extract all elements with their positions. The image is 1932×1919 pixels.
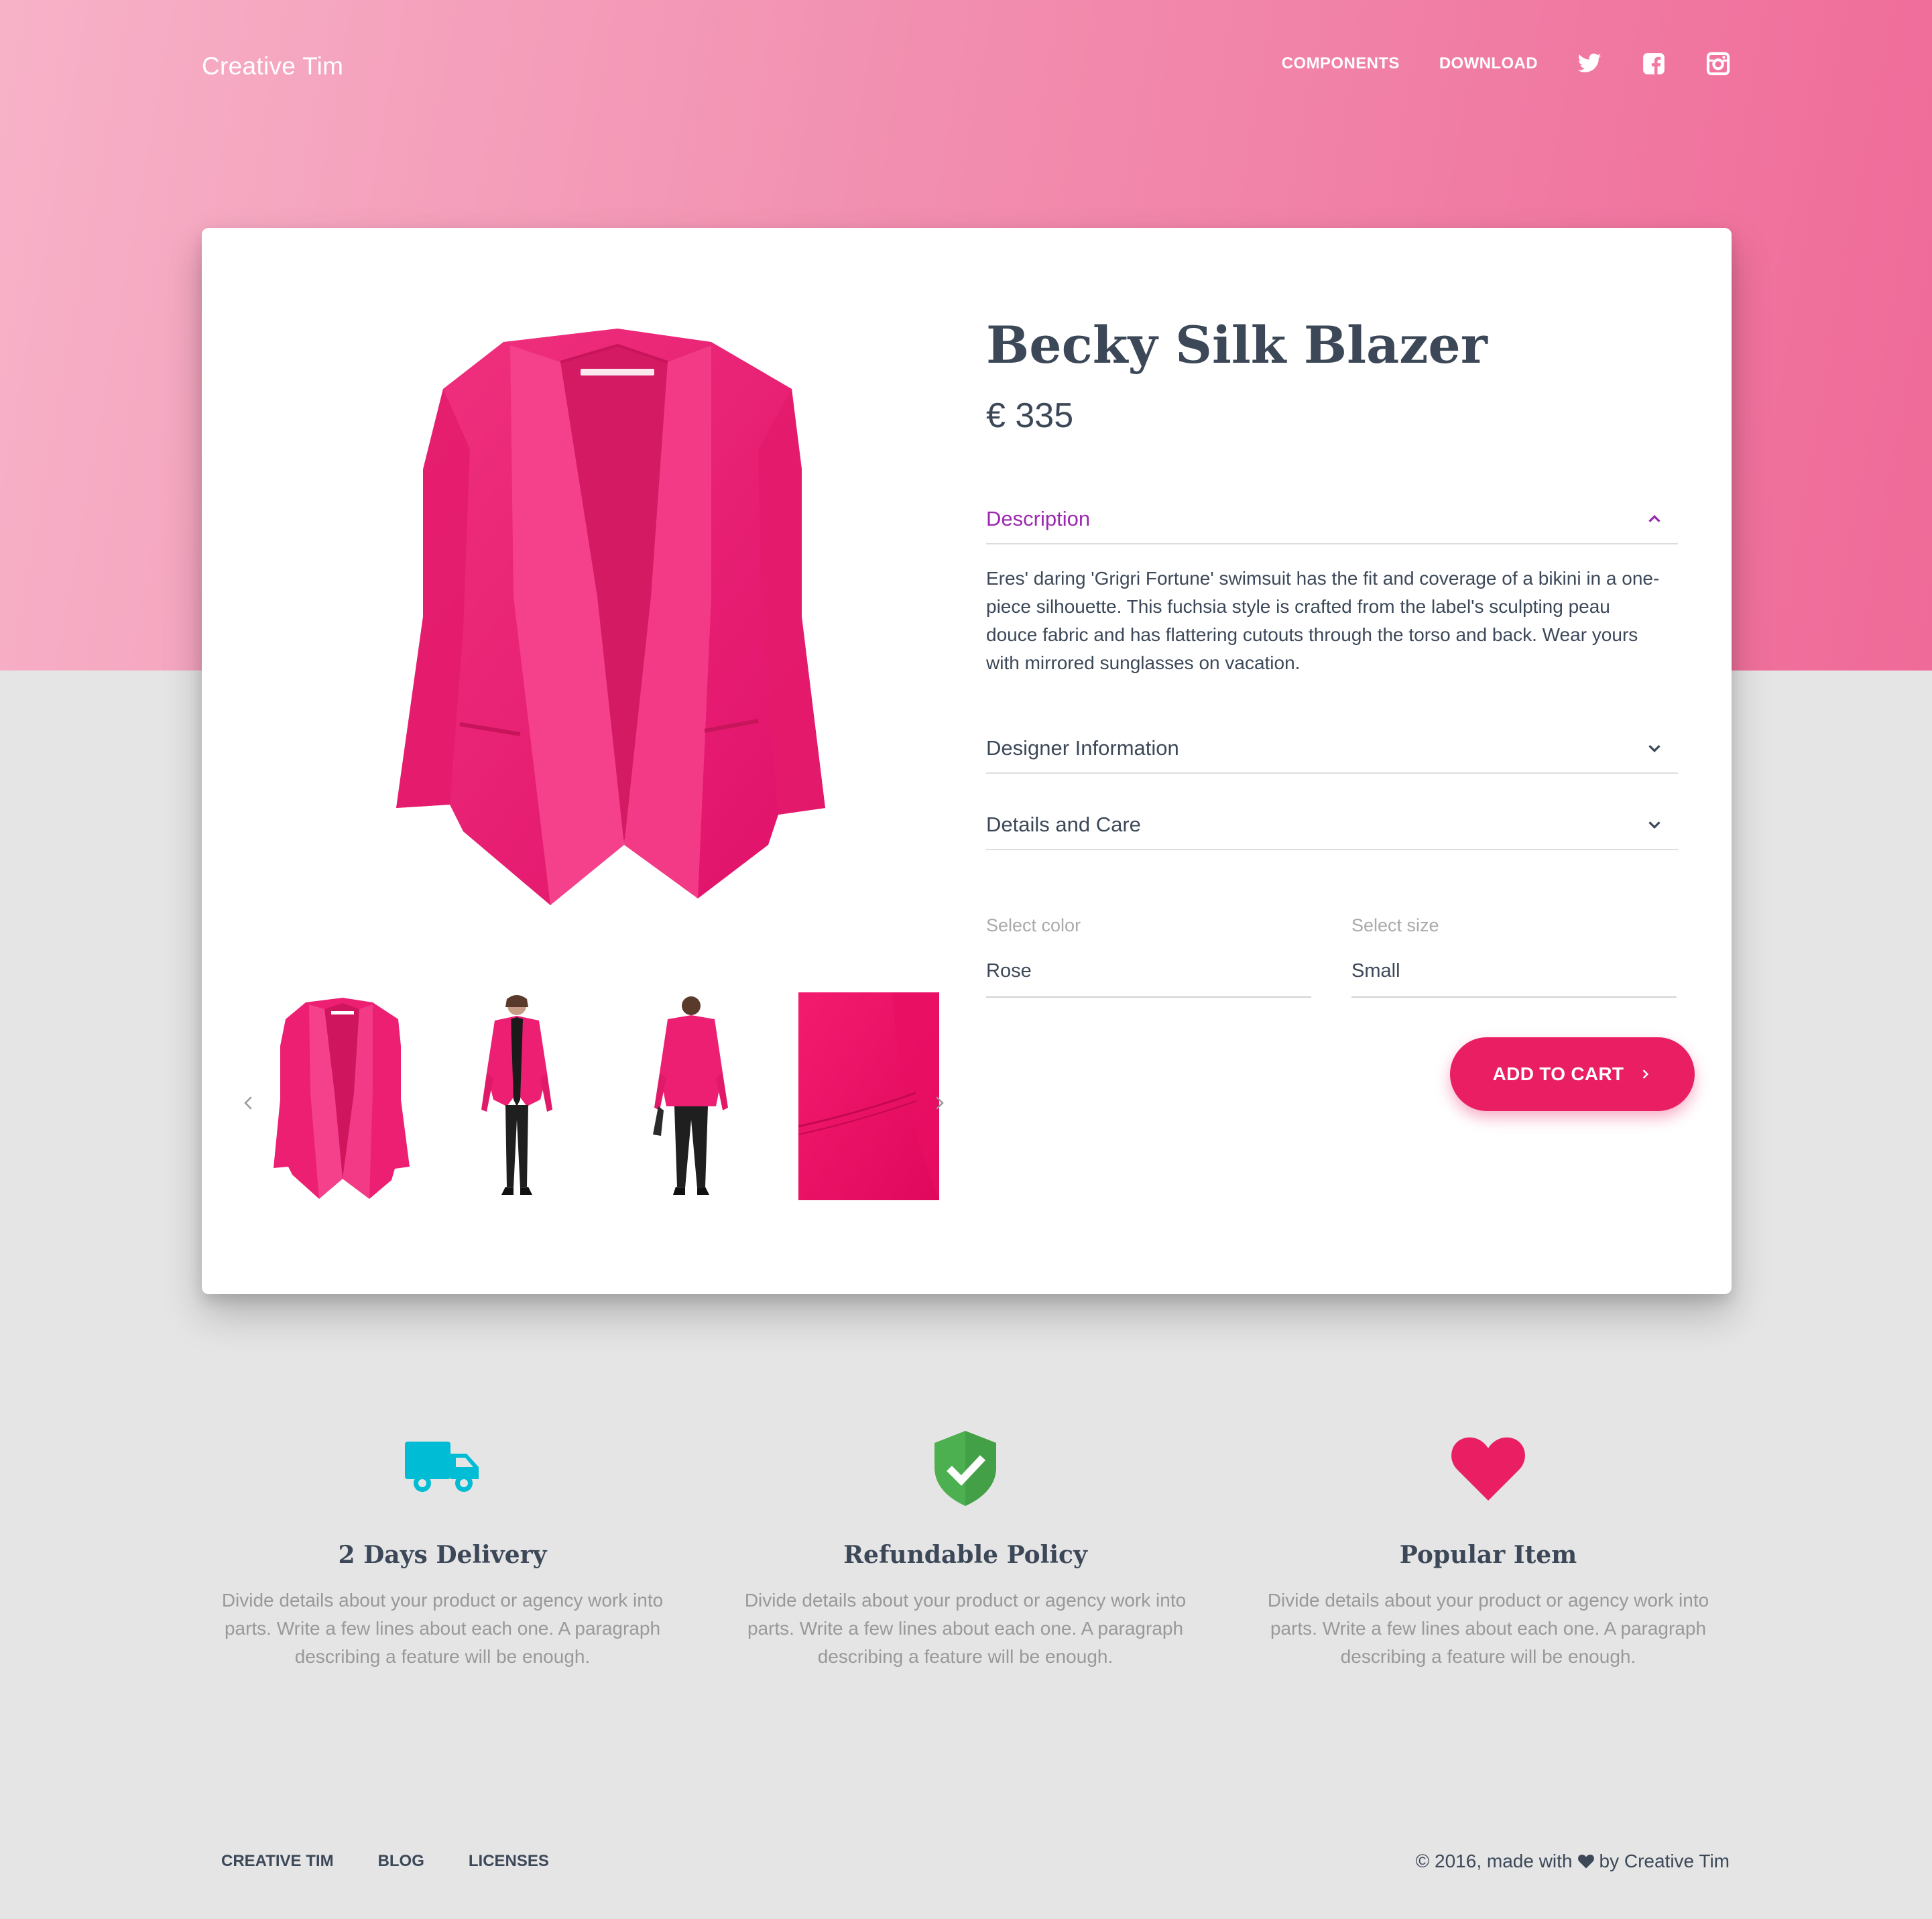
select-color-label: Select color [986, 915, 1081, 935]
thumbnail-fabric-closeup[interactable] [798, 992, 939, 1200]
footer-link-licenses[interactable]: Licenses [469, 1852, 549, 1871]
shield-check-icon [934, 1431, 996, 1506]
footer-link-blog[interactable]: Blog [378, 1852, 424, 1871]
product-title: Becky Silk Blazer [986, 315, 1488, 375]
select-size: Select size Small [1351, 915, 1677, 998]
truck-icon [405, 1442, 479, 1492]
accordion-details-care-title: Details and Care [986, 813, 1141, 836]
facebook-icon[interactable] [1641, 51, 1667, 76]
chevron-down-icon[interactable] [1644, 738, 1665, 758]
instagram-icon[interactable] [1705, 51, 1731, 76]
accordion-description-header[interactable]: Description [986, 495, 1678, 544]
carousel-prev-icon[interactable] [239, 1093, 259, 1113]
product-price: € 335 [986, 396, 1074, 435]
add-to-cart-button[interactable]: Add to Cart [1450, 1037, 1695, 1111]
twitter-icon[interactable] [1577, 51, 1602, 76]
copyright-prefix: © 2016, made with [1415, 1851, 1573, 1871]
chevron-down-icon[interactable] [1644, 815, 1665, 835]
accordion-designer-info-header[interactable]: Designer Information [986, 724, 1678, 774]
feature-refund: Refundable Policy Divide details about y… [744, 1428, 1187, 1671]
top-nav: Components Download [1242, 51, 1731, 76]
chevron-up-icon[interactable] [1644, 509, 1665, 529]
thumbnail-blazer-flat[interactable] [272, 992, 413, 1200]
accordion-details-care: Details and Care [986, 801, 1678, 850]
accordion-details-care-header[interactable]: Details and Care [986, 801, 1678, 850]
accordion-description-body: Eres' daring 'Grigri Fortune' swimsuit h… [986, 568, 1660, 673]
copyright: © 2016, made with by Creative Tim [1416, 1851, 1730, 1872]
copyright-suffix: by Creative Tim [1599, 1851, 1730, 1871]
accordion-description: Description Eres' daring 'Grigri Fortune… [986, 495, 1678, 677]
heart-icon [1451, 1437, 1525, 1501]
accordion-designer-info: Designer Information [986, 724, 1678, 774]
select-color-dropdown[interactable]: Rose [986, 960, 1311, 998]
feature-popular-text: Divide details about your product or age… [1267, 1590, 1709, 1667]
feature-popular-title: Popular Item [1399, 1541, 1577, 1569]
accordion-designer-info-title: Designer Information [986, 736, 1179, 760]
feature-delivery-title: 2 Days Delivery [338, 1541, 547, 1569]
feature-popular: Popular Item Divide details about your p… [1267, 1428, 1709, 1671]
footer-link-creative-tim[interactable]: Creative Tim [221, 1852, 334, 1871]
feature-delivery-text: Divide details about your product or age… [221, 1590, 664, 1667]
feature-refund-text: Divide details about your product or age… [744, 1590, 1187, 1667]
nav-download-link[interactable]: Download [1439, 54, 1538, 73]
footer-nav: Creative Tim Blog Licenses [221, 1852, 593, 1871]
chevron-right-icon [1642, 1069, 1649, 1079]
heart-icon [1577, 1855, 1594, 1869]
thumbnail-carousel [235, 992, 946, 1207]
product-card: Becky Silk Blazer € 335 Description Eres… [202, 228, 1732, 1294]
select-color: Select color Rose [986, 915, 1311, 998]
thumbnail-model-back[interactable] [621, 992, 762, 1200]
page: Creative Tim Components Download [0, 0, 1932, 1919]
add-to-cart-label: Add to Cart [1492, 1063, 1624, 1084]
accordion-description-title: Description [986, 507, 1091, 530]
nav-components-link[interactable]: Components [1282, 54, 1400, 73]
product-main-image[interactable] [396, 315, 825, 905]
brand-link[interactable]: Creative Tim [202, 52, 343, 80]
feature-refund-title: Refundable Policy [843, 1541, 1087, 1569]
select-size-dropdown[interactable]: Small [1351, 960, 1677, 998]
feature-delivery: 2 Days Delivery Divide details about you… [221, 1428, 664, 1671]
thumbnail-model-front[interactable] [446, 992, 587, 1200]
select-size-label: Select size [1351, 915, 1439, 935]
carousel-next-icon[interactable] [929, 1093, 949, 1113]
